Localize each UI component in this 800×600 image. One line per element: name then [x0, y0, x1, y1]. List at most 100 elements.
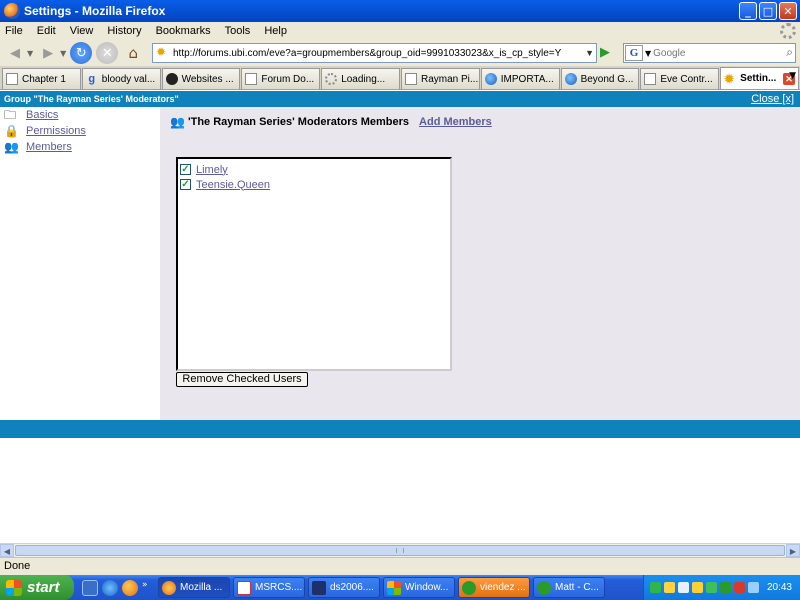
stop-button[interactable]: ✕ [96, 42, 119, 64]
document-icon [644, 73, 657, 85]
document-icon [404, 73, 417, 85]
tab-label: Settin... [740, 73, 777, 84]
tab-bloody-val[interactable]: g bloody val... [81, 68, 161, 89]
tab-forum-do[interactable]: Forum Do... [241, 68, 321, 89]
tab-websites[interactable]: Websites ... [161, 68, 241, 89]
sync-icon[interactable] [748, 582, 759, 593]
home-button[interactable]: ⌂ [122, 42, 144, 64]
sidebar-item-label[interactable]: Members [26, 141, 72, 153]
menu-bookmarks[interactable]: Bookmarks [149, 25, 218, 37]
back-history-dropdown-icon[interactable]: ▼ [27, 49, 33, 58]
clock[interactable]: 20:43 [767, 582, 792, 593]
antivirus-icon[interactable] [720, 582, 731, 593]
alert-icon[interactable] [734, 582, 745, 593]
tab-chapter-1[interactable]: Chapter 1 [2, 68, 81, 89]
menu-tools[interactable]: Tools [218, 25, 258, 37]
menu-file[interactable]: File [0, 25, 30, 37]
member-link[interactable]: Limely [196, 164, 228, 176]
tab-eve-contr[interactable]: Eve Contr... [640, 68, 720, 89]
messenger-tray-icon[interactable] [678, 582, 689, 593]
network-icon[interactable] [650, 582, 661, 593]
task-button-msrcs[interactable]: MSRCS.... [233, 577, 305, 598]
add-members-link[interactable]: Add Members [419, 116, 492, 128]
sidebar-item-members[interactable]: 👥 Members [4, 139, 160, 155]
tab-loading[interactable]: Loading... [321, 68, 400, 89]
show-desktop-icon[interactable] [82, 579, 98, 596]
webs-icon [165, 73, 178, 85]
status-text: Done [4, 560, 31, 572]
update-icon[interactable] [706, 582, 717, 593]
tab-label: Beyond G... [580, 73, 634, 85]
tab-beyond-g[interactable]: Beyond G... [560, 68, 640, 89]
sidebar-item-label[interactable]: Permissions [26, 125, 86, 137]
ubi-icon [564, 73, 577, 85]
remove-checked-users-button[interactable]: Remove Checked Users [176, 372, 308, 387]
search-input[interactable] [653, 47, 774, 59]
start-label: start [27, 579, 60, 596]
app-icon [312, 580, 326, 595]
close-window-button[interactable]: ✕ [779, 2, 797, 20]
address-bar[interactable]: ✹ http://forums.ubi.com/eve?a=groupmembe… [152, 43, 597, 63]
minimize-button[interactable]: _ [739, 2, 757, 20]
task-button-firefox[interactable]: Mozilla ... [158, 577, 230, 598]
tab-importa[interactable]: IMPORTA... [480, 68, 560, 89]
horizontal-scrollbar[interactable]: ◀ ▶ [0, 543, 800, 557]
task-button-windows[interactable]: Window... [383, 577, 455, 598]
member-checkbox[interactable]: ✓ [180, 179, 191, 190]
quick-launch-more-icon[interactable]: » [142, 580, 150, 596]
loading-icon [325, 73, 338, 85]
sidebar-item-label[interactable]: Basics [26, 109, 58, 121]
search-engine-icon[interactable]: G [625, 45, 643, 61]
forward-history-dropdown-icon[interactable]: ▼ [60, 49, 66, 58]
search-icon[interactable]: ⌕ [786, 45, 793, 60]
sidebar-item-permissions[interactable]: 🔒 Permissions [4, 123, 160, 139]
search-engine-dropdown-icon[interactable]: ▼ [645, 49, 651, 58]
internet-explorer-icon[interactable] [102, 579, 118, 596]
tab-list-dropdown-icon[interactable]: ▼ [789, 71, 796, 81]
document-icon [6, 73, 18, 85]
navigation-toolbar: ◀ ▼ ▶ ▼ ↻ ✕ ⌂ ✹ http://forums.ubi.com/ev… [0, 40, 800, 66]
go-button[interactable]: ▶ [600, 45, 616, 61]
document-icon [245, 73, 258, 85]
firefox-icon [4, 3, 20, 19]
member-checkbox[interactable]: ✓ [180, 164, 191, 175]
members-icon: 👥 [4, 140, 19, 154]
scroll-right-icon[interactable]: ▶ [786, 544, 800, 557]
maximize-button[interactable]: □ [759, 2, 777, 20]
settings-icon: ✹ [724, 71, 735, 86]
start-button[interactable]: start [0, 575, 74, 600]
tab-rayman-pi[interactable]: Rayman Pi... [400, 68, 480, 89]
status-bar: Done [0, 557, 800, 575]
url-history-dropdown-icon[interactable]: ▼ [585, 48, 594, 58]
page-title: 'The Rayman Series' Moderators Members [188, 116, 410, 128]
task-button-viendez[interactable]: viendez ... [458, 577, 530, 598]
address-url[interactable]: http://forums.ubi.com/eve?a=groupmembers… [173, 48, 561, 59]
menu-help[interactable]: Help [257, 25, 294, 37]
menu-view[interactable]: View [63, 25, 101, 37]
scroll-left-icon[interactable]: ◀ [0, 544, 14, 557]
task-button-ds2006[interactable]: ds2006.... [308, 577, 380, 598]
tab-label: Chapter 1 [22, 73, 66, 85]
firefox-launch-icon[interactable] [122, 579, 138, 596]
security-icon[interactable] [692, 582, 703, 593]
menu-edit[interactable]: Edit [30, 25, 63, 37]
reload-button[interactable]: ↻ [70, 42, 93, 64]
pdf-icon [237, 580, 251, 595]
menu-history[interactable]: History [100, 25, 148, 37]
members-icon: 👥 [170, 115, 185, 129]
close-link[interactable]: Close [x] [751, 93, 794, 105]
task-label: Mozilla ... [180, 582, 223, 593]
google-icon: g [88, 73, 96, 85]
member-link[interactable]: Teensie.Queen [196, 179, 270, 191]
tab-settings[interactable]: ✹ Settin... ✕ [720, 67, 799, 89]
forward-button[interactable]: ▶ [37, 42, 59, 64]
search-bar[interactable]: G ▼ ⌕ [623, 43, 796, 63]
volume-icon[interactable] [664, 582, 675, 593]
members-heading: 👥 'The Rayman Series' Moderators Members… [170, 115, 492, 129]
sidebar-item-basics[interactable]: 🗀 Basics [4, 107, 160, 123]
permissions-icon: 🔒 [4, 124, 19, 138]
back-button[interactable]: ◀ [4, 42, 26, 64]
scrollbar-thumb[interactable] [15, 545, 785, 556]
task-button-matt[interactable]: Matt - C... [533, 577, 605, 598]
basics-icon: 🗀 [4, 108, 17, 122]
